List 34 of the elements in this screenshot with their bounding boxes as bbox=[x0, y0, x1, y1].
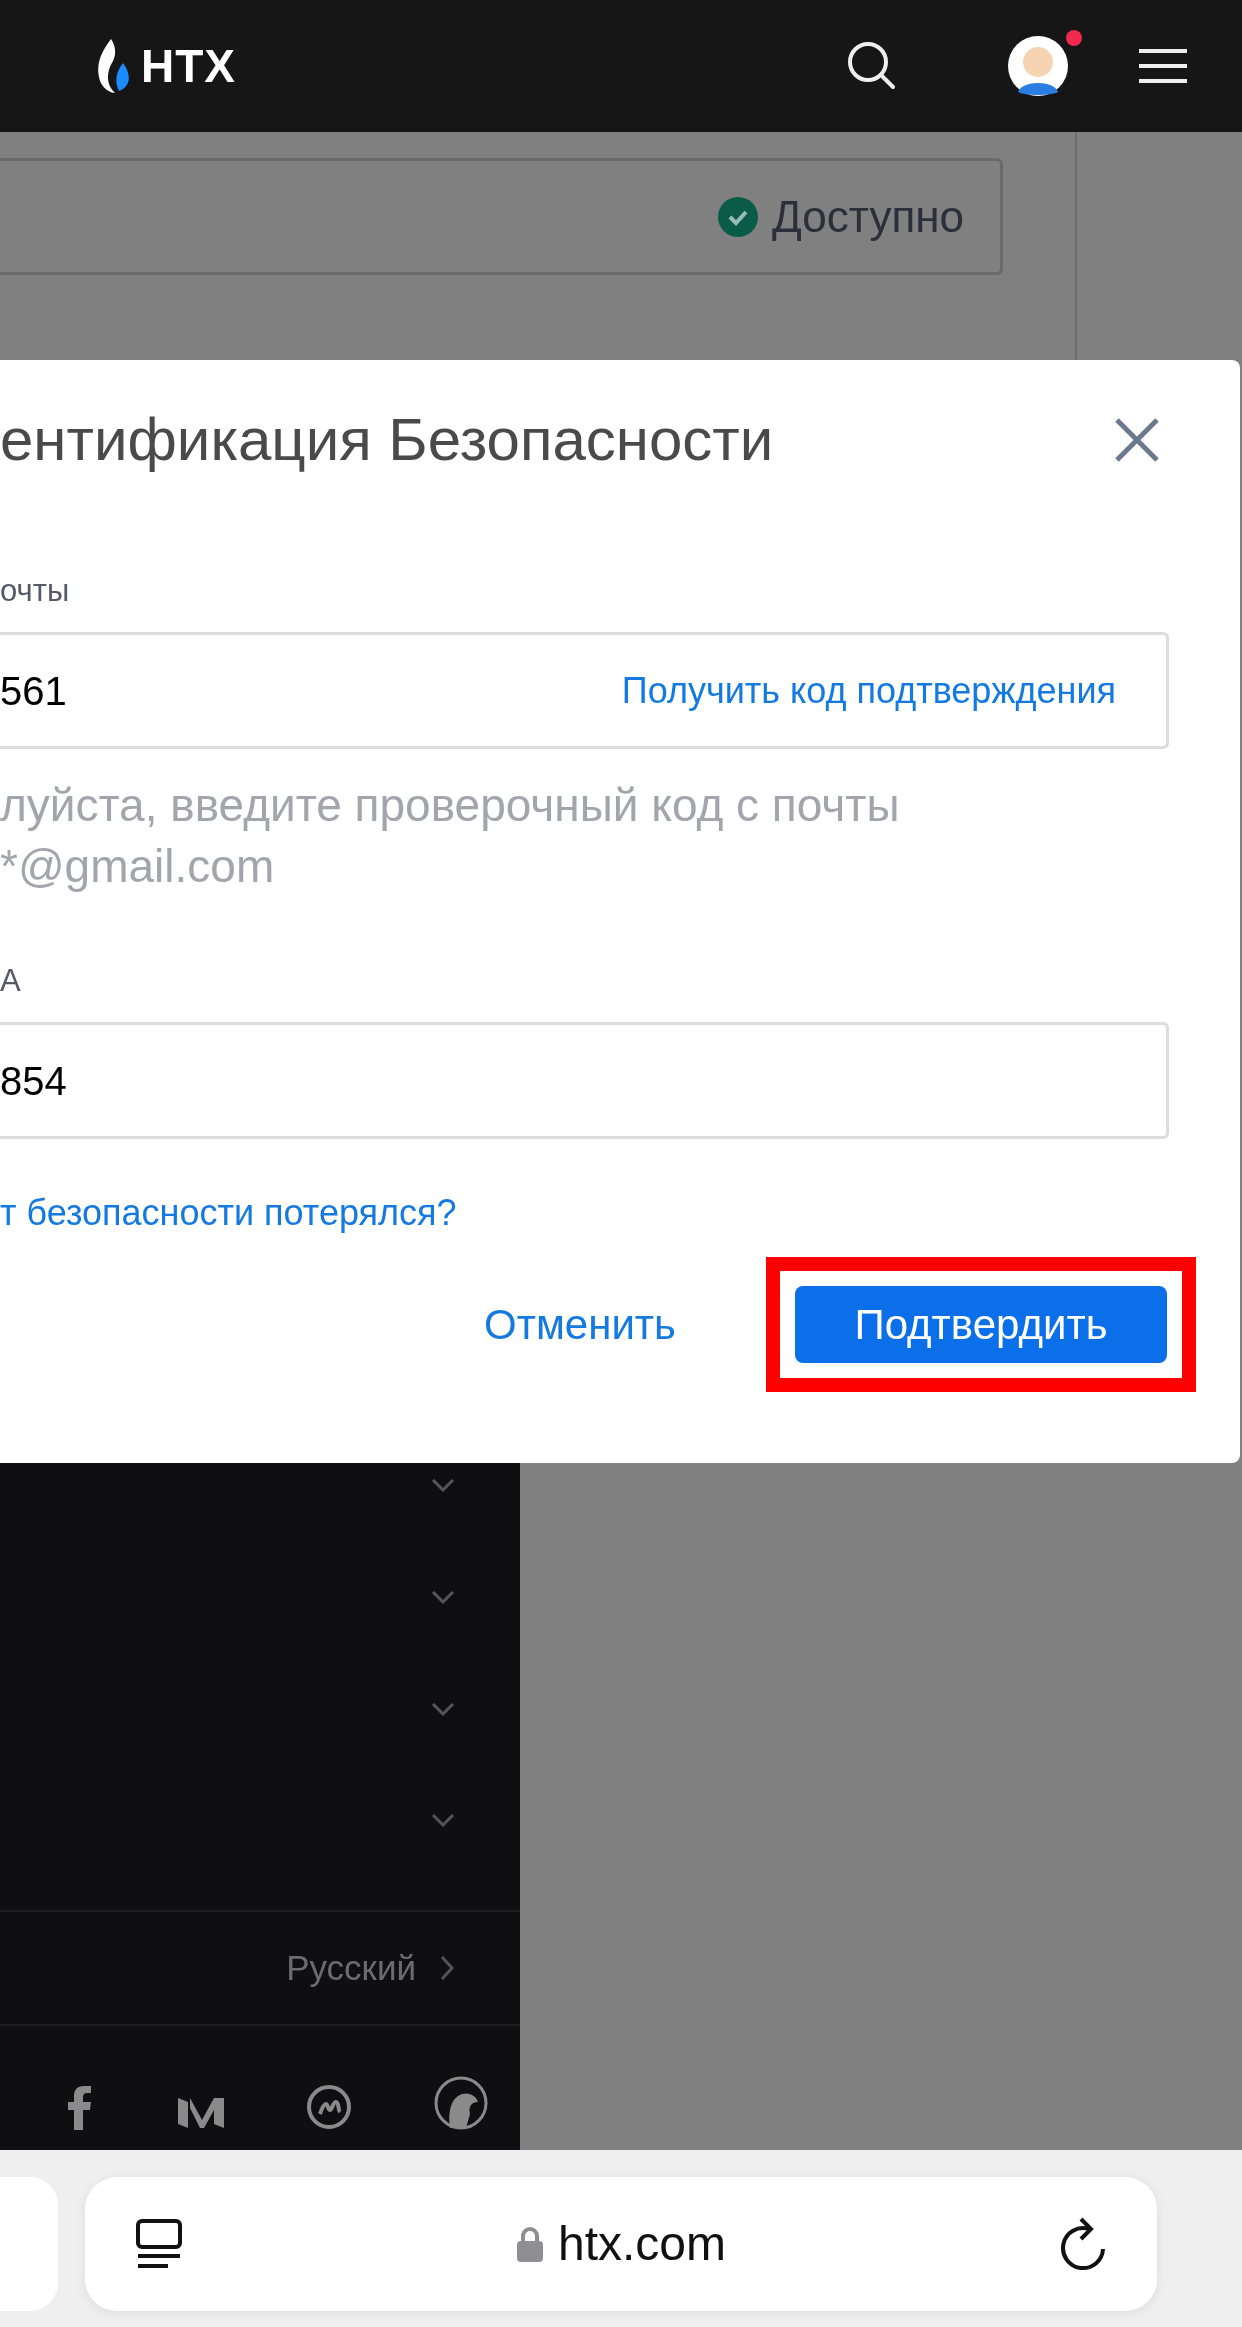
reload-icon[interactable] bbox=[1059, 2217, 1107, 2271]
hint-text: луйста, введите проверочный код с почты bbox=[0, 778, 901, 833]
dialog-title: ентификация Безопасности bbox=[0, 405, 774, 475]
close-icon[interactable] bbox=[1114, 417, 1160, 463]
field-value: 561 bbox=[0, 667, 67, 715]
cancel-button[interactable]: Отменить bbox=[484, 1293, 676, 1356]
field-value: 854 bbox=[0, 1057, 67, 1105]
bird-icon[interactable] bbox=[434, 2076, 488, 2130]
avatar[interactable] bbox=[1008, 36, 1068, 96]
lost-device-link[interactable]: т безопасности потерялся? bbox=[0, 1195, 1240, 1231]
address-bar[interactable]: htx.com bbox=[85, 2177, 1157, 2311]
chevron-down-icon bbox=[430, 1588, 456, 1605]
email-code-field[interactable]: 561 Получить код подтверждения bbox=[0, 632, 1169, 749]
logo-text: HTX bbox=[141, 38, 236, 94]
chevron-down-icon bbox=[430, 1700, 456, 1717]
check-circle-icon bbox=[718, 196, 758, 237]
ga-code-field[interactable]: 854 bbox=[0, 1022, 1169, 1139]
chevron-down-icon bbox=[430, 1812, 456, 1829]
hint-text: *@gmail.com bbox=[0, 839, 276, 894]
reader-icon[interactable] bbox=[135, 2218, 183, 2270]
field-label: очты bbox=[0, 575, 71, 606]
language-selector[interactable]: Русский bbox=[286, 1941, 416, 1995]
medium-icon[interactable] bbox=[178, 2096, 224, 2130]
confirm-button[interactable]: Подтвердить bbox=[795, 1286, 1167, 1363]
search-icon[interactable] bbox=[846, 40, 898, 92]
url-text: htx.com bbox=[557, 2216, 726, 2272]
lock-icon bbox=[515, 2226, 544, 2262]
at-sign-icon[interactable] bbox=[306, 2084, 352, 2130]
get-code-link[interactable]: Получить код подтверждения bbox=[621, 663, 1116, 718]
chevron-right-icon bbox=[440, 1955, 454, 1981]
field-label: A bbox=[0, 965, 22, 996]
status-text: Доступно bbox=[772, 190, 964, 243]
menu-icon[interactable] bbox=[1138, 48, 1188, 84]
chevron-down-icon bbox=[430, 1477, 456, 1493]
